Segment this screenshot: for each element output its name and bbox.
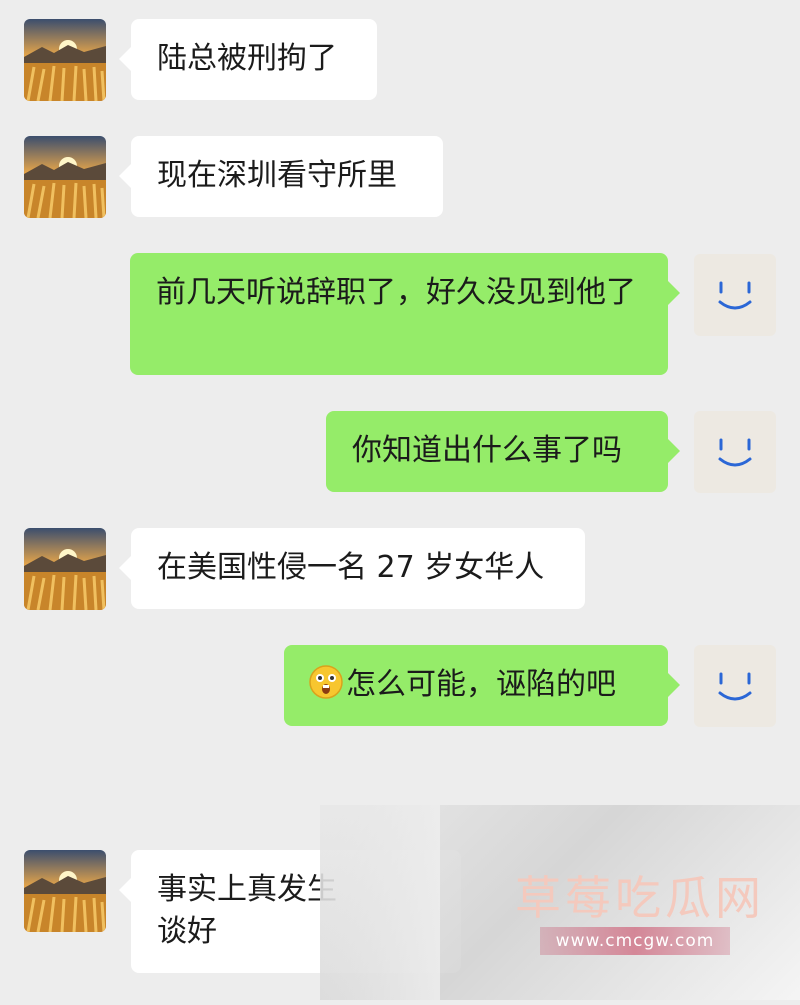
user-avatar[interactable]	[694, 645, 776, 727]
smiley-face-avatar-icon	[718, 672, 752, 701]
watermark-overlay: 草莓吃瓜网 www.cmcgw.com	[320, 805, 800, 1000]
message-bubble-outgoing[interactable]: 前几天听说辞职了，好久没见到他了	[130, 253, 680, 375]
smiley-face-avatar-icon	[718, 438, 752, 467]
contact-avatar[interactable]	[24, 136, 106, 218]
shocked-face-emoji	[309, 665, 343, 699]
smiley-face-avatar-icon	[718, 281, 752, 310]
message-bubble-incoming[interactable]: 现在深圳看守所里	[119, 136, 443, 217]
message-bubble-outgoing[interactable]: 你知道出什么事了吗	[326, 411, 680, 492]
contact-avatar[interactable]	[24, 850, 106, 932]
message-text: 怎么可能，诬陷的吧	[346, 667, 616, 702]
user-avatar[interactable]	[694, 254, 776, 336]
message-bubble-incoming[interactable]: 陆总被刑拘了	[119, 19, 377, 100]
user-avatar[interactable]	[694, 411, 776, 493]
contact-avatar[interactable]	[24, 528, 106, 610]
message-text: 你知道出什么事了吗	[352, 433, 622, 468]
message-bubble-outgoing[interactable]: 怎么可能，诬陷的吧	[284, 645, 680, 726]
watermark-title: 草莓吃瓜网	[515, 871, 765, 925]
wheat-field-sunset-avatar-image	[24, 850, 106, 932]
watermark-fade	[320, 805, 440, 1000]
message-text: 在美国性侵一名 27 岁女华人	[157, 550, 545, 585]
wheat-field-sunset-avatar-image	[24, 19, 106, 101]
message-text: 陆总被刑拘了	[157, 41, 337, 76]
contact-avatar[interactable]	[24, 19, 106, 101]
message-bubble-incoming[interactable]: 在美国性侵一名 27 岁女华人	[119, 528, 585, 609]
message-text: 前几天听说辞职了，好久没见到他了	[156, 275, 636, 310]
wheat-field-sunset-avatar-image	[24, 528, 106, 610]
chat-thread: 陆总被刑拘了 现在深圳看守所里 前几天听说辞职了，好久没见到他了 你知道出什么事…	[0, 0, 800, 1005]
wheat-field-sunset-avatar-image	[24, 136, 106, 218]
message-text: 现在深圳看守所里	[157, 158, 397, 193]
watermark-url: www.cmcgw.com	[540, 927, 730, 955]
